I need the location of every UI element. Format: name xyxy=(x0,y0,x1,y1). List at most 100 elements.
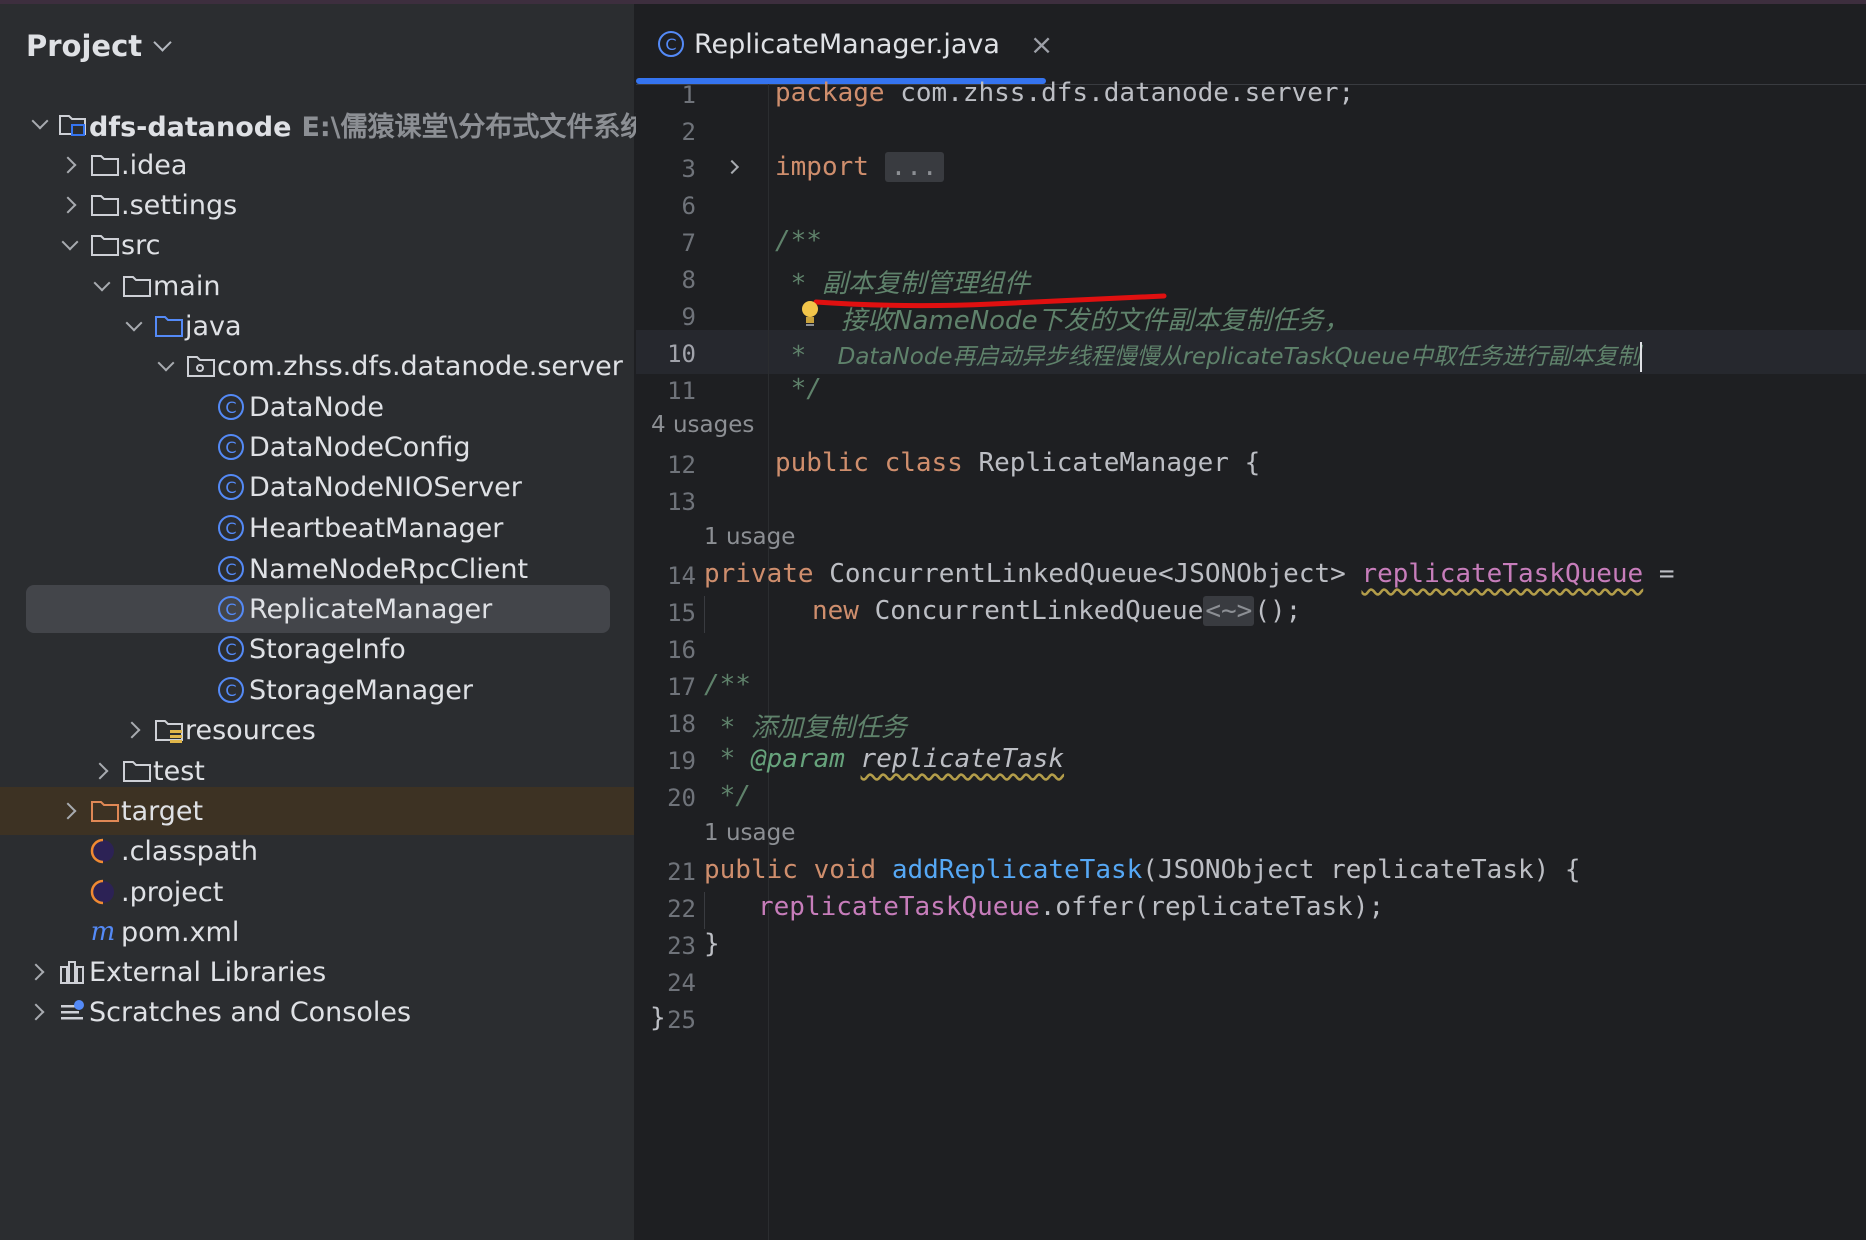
project-view-selector[interactable]: Project xyxy=(26,24,172,68)
doc-text: 接收NameNode下发的文件副本复制任务， xyxy=(841,306,1350,336)
class-icon: C xyxy=(218,556,244,582)
tree-item-label: java xyxy=(185,310,242,342)
tree-item-label: resources xyxy=(185,714,316,746)
diamond-fold[interactable]: <~> xyxy=(1203,596,1255,626)
line-number: 17 xyxy=(667,673,696,701)
line-number: 1 xyxy=(681,81,696,109)
tree-item-label: .classpath xyxy=(121,835,258,867)
line-number: 21 xyxy=(667,858,696,886)
indent-guide xyxy=(704,892,705,929)
line-number: 22 xyxy=(667,895,696,923)
collapsed-arrow-icon[interactable] xyxy=(59,196,77,214)
code-line[interactable]: } xyxy=(650,1003,666,1033)
tree-item-label: .idea xyxy=(121,149,188,181)
resources-folder-icon xyxy=(155,720,183,743)
folder-icon xyxy=(91,155,119,176)
keyword: package xyxy=(775,78,885,108)
tab-replicate-manager[interactable]: C ReplicateManager.java × xyxy=(656,4,1053,84)
usages-hint[interactable]: 1 usage xyxy=(704,524,795,550)
code-line[interactable]: public void addReplicateTask(JSONObject … xyxy=(704,855,1581,885)
code-line[interactable]: new ConcurrentLinkedQueue<~>(); xyxy=(812,596,1301,626)
class-icon: C xyxy=(218,677,244,703)
line-number-current: 10 xyxy=(667,340,696,368)
tree-item-label: main xyxy=(153,270,221,302)
class-icon: C xyxy=(658,31,684,57)
keyword: private xyxy=(704,559,814,589)
code-text: .offer(replicateTask); xyxy=(1039,892,1385,922)
scratches-icon xyxy=(61,1000,84,1020)
editor-pane: C ReplicateManager.java × 1 2 3 6 7 8 9 … xyxy=(636,4,1866,1240)
indent-guide xyxy=(704,596,705,633)
line-number: 13 xyxy=(667,488,696,516)
tree-item-label: StorageInfo xyxy=(249,633,406,665)
code-line[interactable]: private ConcurrentLinkedQueue<JSONObject… xyxy=(704,559,1675,589)
field-name: replicateTaskQueue xyxy=(758,892,1040,922)
tab-label: ReplicateManager.java xyxy=(694,28,1000,60)
doc-star: * xyxy=(775,341,838,371)
doc-comment: 接收NameNode下发的文件副本复制任务， xyxy=(841,300,1350,337)
line-number: 16 xyxy=(667,636,696,664)
package-icon xyxy=(187,356,215,377)
code-line[interactable]: public class ReplicateManager { xyxy=(775,448,1260,478)
collapsed-arrow-icon[interactable] xyxy=(27,1003,45,1021)
doc-comment: * @param replicateTask xyxy=(704,744,1064,774)
lightbulb-icon[interactable] xyxy=(799,299,821,329)
expand-arrow-icon[interactable] xyxy=(61,233,79,251)
tree-item-label: HeartbeatManager xyxy=(249,512,504,544)
project-title: Project xyxy=(26,29,143,63)
class-icon: C xyxy=(218,515,244,541)
folder-icon xyxy=(91,235,119,256)
line-number: 7 xyxy=(681,229,696,257)
doc-tag: @param xyxy=(750,744,845,774)
code-line[interactable]: import ... xyxy=(775,152,944,182)
doc-param: replicateTask xyxy=(860,744,1065,774)
eclipse-icon xyxy=(90,838,114,864)
svg-text:C: C xyxy=(225,681,236,700)
code-line[interactable]: package com.zhss.dfs.datanode.server; xyxy=(775,78,1354,108)
collapsed-arrow-icon[interactable] xyxy=(27,963,45,981)
line-number: 6 xyxy=(681,192,696,220)
folded-imports[interactable]: ... xyxy=(884,152,944,182)
fold-arrow-icon[interactable] xyxy=(724,159,740,175)
line-number: 8 xyxy=(681,266,696,294)
tree-item-label: dfs-datanode E:\儒猿课堂\分布式文件系统\ xyxy=(89,105,657,144)
svg-text:m: m xyxy=(91,917,116,947)
class-icon: C xyxy=(218,434,244,460)
project-panel: Project dfs-datanode E:\儒猿课堂\分布式文件系统\ .id… xyxy=(0,4,657,1240)
doc-star: * xyxy=(704,713,751,743)
line-number: 2 xyxy=(681,118,696,146)
usages-hint[interactable]: 1 usage xyxy=(704,820,795,846)
line-number: 23 xyxy=(667,932,696,960)
line-number: 20 xyxy=(667,784,696,812)
expand-arrow-icon[interactable] xyxy=(157,354,175,372)
line-number: 11 xyxy=(667,377,696,405)
expand-arrow-icon[interactable] xyxy=(125,314,143,332)
tree-item-label: NameNodeRpcClient xyxy=(249,553,529,585)
line-number: 25 xyxy=(667,1006,696,1034)
code-line[interactable]: replicateTaskQueue.offer(replicateTask); xyxy=(758,892,1384,922)
usages-hint[interactable]: 4 usages xyxy=(651,412,754,438)
tree-item-label: ReplicateManager xyxy=(249,593,493,625)
code-text: (JSONObject replicateTask) { xyxy=(1142,855,1581,885)
line-number: 18 xyxy=(667,710,696,738)
collapsed-arrow-icon[interactable] xyxy=(123,721,141,739)
line-number: 15 xyxy=(667,599,696,627)
collapsed-arrow-icon[interactable] xyxy=(59,802,77,820)
expand-arrow-icon[interactable] xyxy=(93,274,111,292)
tree-item-scratches[interactable]: Scratches and Consoles xyxy=(0,988,634,1036)
expand-arrow-icon[interactable] xyxy=(31,112,49,130)
collapsed-arrow-icon[interactable] xyxy=(91,762,109,780)
svg-text:C: C xyxy=(225,640,236,659)
code-text: ConcurrentLinkedQueue<JSONObject> xyxy=(813,559,1362,589)
tree-item-label: src xyxy=(121,229,161,261)
code-line[interactable]: } xyxy=(704,929,720,959)
svg-text:C: C xyxy=(225,438,236,457)
collapsed-arrow-icon[interactable] xyxy=(59,156,77,174)
svg-text:C: C xyxy=(665,35,676,54)
close-icon[interactable]: × xyxy=(1030,28,1053,61)
class-icon: C xyxy=(218,596,244,622)
line-number: 9 xyxy=(681,303,696,331)
tree-item-label: DataNodeNIOServer xyxy=(249,471,522,503)
class-icon: C xyxy=(218,636,244,662)
